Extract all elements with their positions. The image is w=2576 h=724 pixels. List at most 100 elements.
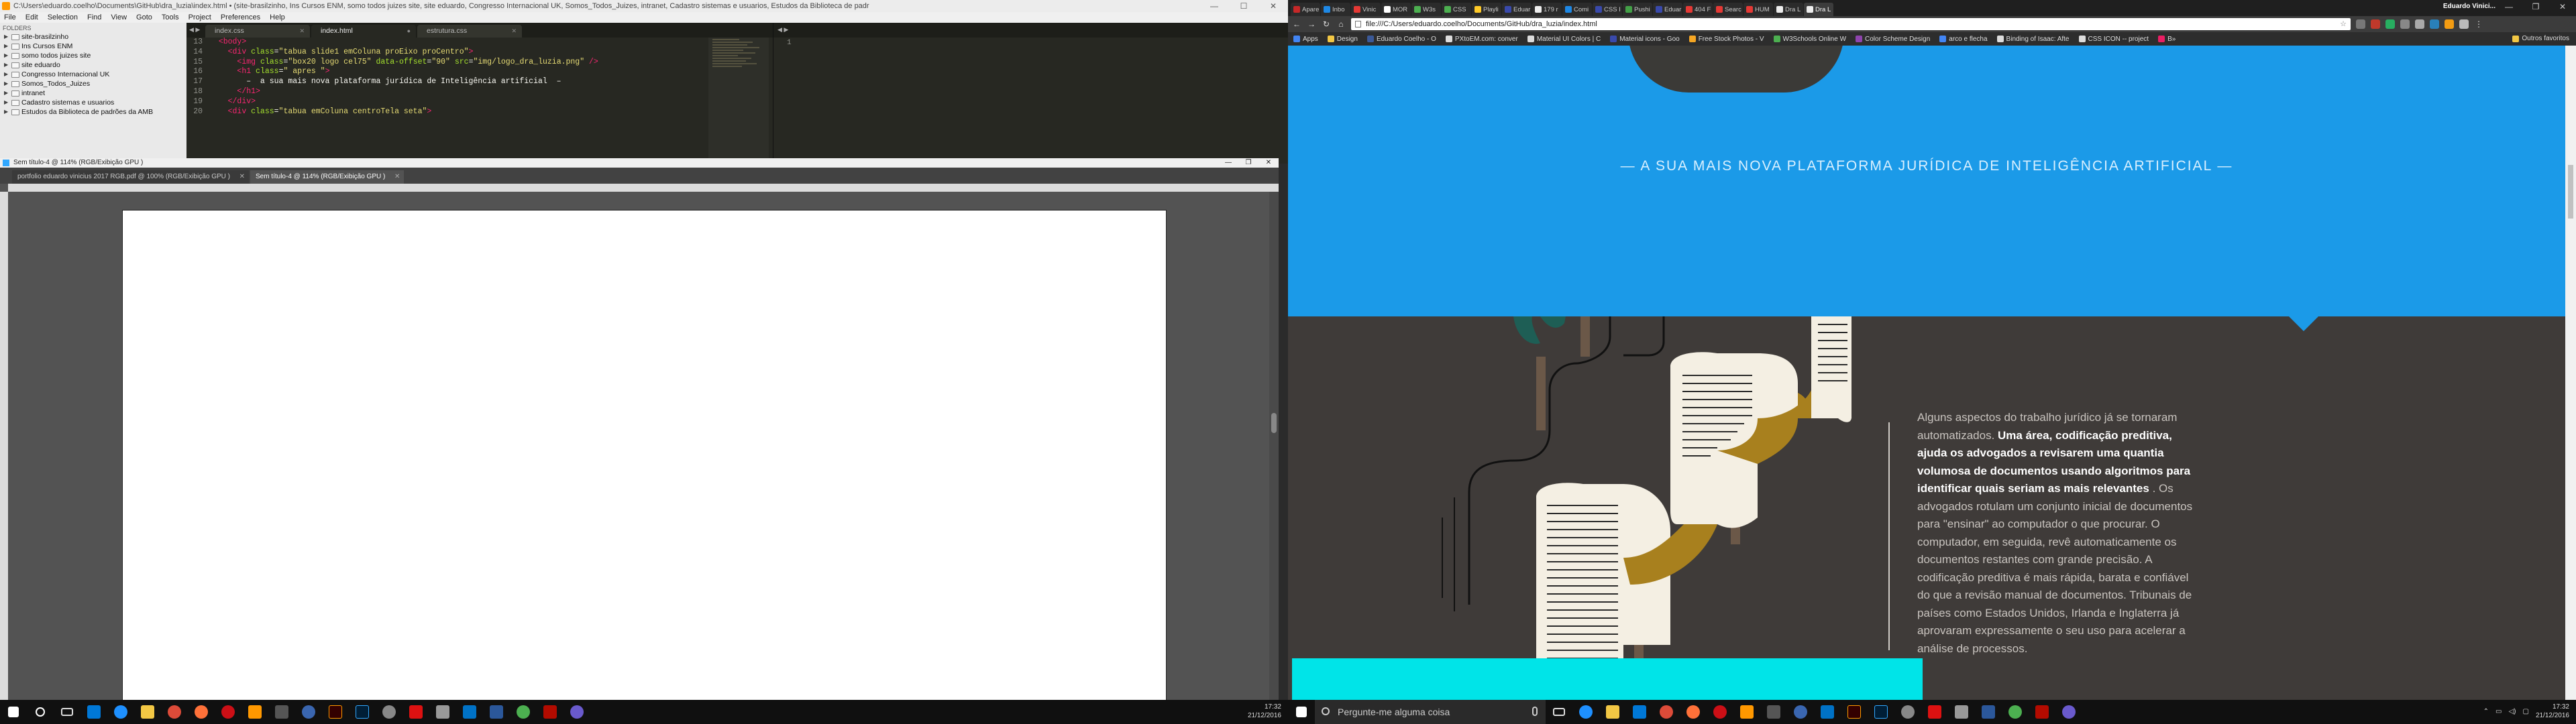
close-tab-icon[interactable]: ✕ <box>394 170 400 184</box>
taskbar-illustrator[interactable] <box>322 700 349 724</box>
browser-tab[interactable]: Eduar <box>1653 3 1682 16</box>
browser-tab[interactable]: Eduar <box>1502 3 1532 16</box>
close-icon[interactable]: ✕ <box>1258 0 1288 12</box>
taskbar-outlook[interactable] <box>456 700 483 724</box>
taskbar-edge[interactable] <box>107 700 134 724</box>
taskbar-photoshop[interactable] <box>1868 700 1894 724</box>
menu-view[interactable]: View <box>111 12 127 23</box>
code-editor[interactable]: 13 <body> 14 <div class="tabua slide1 em… <box>186 38 770 164</box>
tray-chevron-icon[interactable]: ⌃ <box>2483 708 2489 715</box>
cortana-button[interactable] <box>27 700 54 724</box>
blank-canvas[interactable] <box>123 210 1166 700</box>
close-tab-icon[interactable]: ✕ <box>239 170 245 184</box>
code-minimap[interactable] <box>708 38 769 164</box>
browser-tab[interactable]: Comi <box>1562 3 1592 16</box>
taskbar-explorer[interactable] <box>134 700 161 724</box>
taskbar-opera[interactable] <box>215 700 241 724</box>
taskbar-edge[interactable] <box>1572 700 1599 724</box>
pane-tab-arrows-icon[interactable]: ◀ ▶ <box>773 23 1288 38</box>
extension-icon[interactable] <box>2415 19 2424 29</box>
taskbar-app[interactable] <box>402 700 429 724</box>
left-clock[interactable]: 17:32 21/12/2016 <box>1248 703 1281 720</box>
browser-tab[interactable]: Searc <box>1713 3 1743 16</box>
folder-item[interactable]: ▶ site-brasilzinho <box>0 32 186 42</box>
bookmark-item[interactable]: Color Scheme Design <box>1856 36 1930 43</box>
taskbar-opera[interactable] <box>1707 700 1733 724</box>
taskbar-photoshop[interactable] <box>349 700 376 724</box>
network-tray-icon[interactable]: ▭ <box>2496 708 2502 715</box>
start-button[interactable] <box>1288 700 1315 724</box>
folder-item[interactable]: ▶ Estudos da Biblioteca de padrões da AMB <box>0 107 186 117</box>
browser-tab[interactable]: MOR <box>1381 3 1411 16</box>
notification-icon[interactable]: ▢ <box>2522 708 2528 715</box>
taskbar-settings[interactable] <box>1894 700 1921 724</box>
menu-preferences[interactable]: Preferences <box>221 12 260 23</box>
tab-index-html[interactable]: index.html ● <box>311 25 416 38</box>
volume-icon[interactable]: ◁) <box>2508 708 2516 715</box>
scroll-thumb[interactable] <box>2568 165 2573 219</box>
tab-estrutura-css[interactable]: estrutura.css ✕ <box>417 25 522 38</box>
bookmark-item[interactable]: Material icons - Goo <box>1610 36 1680 43</box>
menu-project[interactable]: Project <box>189 12 211 23</box>
bookmark-item[interactable]: Free Stock Photos - V <box>1688 36 1764 43</box>
folder-item[interactable]: ▶ Cadastro sistemas e usuarios <box>0 98 186 107</box>
close-tab-icon[interactable]: ✕ <box>299 25 305 38</box>
vertical-scrollbar[interactable] <box>1269 192 1279 700</box>
menu-goto[interactable]: Goto <box>136 12 152 23</box>
menu-edit[interactable]: Edit <box>25 12 38 23</box>
tab-index-css[interactable]: index.css ✕ <box>205 25 310 38</box>
browser-tab-active[interactable]: Dra L <box>1804 3 1833 16</box>
menu-find[interactable]: Find <box>87 12 101 23</box>
forward-arrow-icon[interactable]: → <box>1307 19 1316 29</box>
sublime-title-bar[interactable]: C:\Users\eduardo.coelho\Documents\GitHub… <box>0 0 1288 12</box>
bookmark-item[interactable]: Design <box>1327 36 1358 43</box>
browser-tab[interactable]: Vinic <box>1351 3 1381 16</box>
taskbar-app[interactable] <box>564 700 590 724</box>
browser-tab[interactable]: Inbo <box>1321 3 1350 16</box>
tab-scroll-arrows-icon[interactable]: ◀ ▶ <box>189 26 200 34</box>
taskbar-illustrator[interactable] <box>1841 700 1868 724</box>
extension-icon[interactable] <box>2356 19 2365 29</box>
reload-icon[interactable]: ↻ <box>1322 19 1331 29</box>
taskbar-app[interactable] <box>2055 700 2082 724</box>
minimize-icon[interactable]: — <box>1199 0 1229 12</box>
taskbar-app[interactable] <box>1921 700 1948 724</box>
extension-icon[interactable] <box>2459 19 2469 29</box>
browser-tab[interactable]: W3s <box>1411 3 1441 16</box>
browser-tab[interactable]: 179 r <box>1532 3 1562 16</box>
taskbar-firefox[interactable] <box>1680 700 1707 724</box>
bookmark-item[interactable]: PXtoEM.com: conver <box>1445 36 1518 43</box>
document-title-bar[interactable]: Sem título-4 @ 114% (RGB/Exibição GPU ) … <box>0 158 1279 168</box>
task-view-button[interactable] <box>1546 700 1572 724</box>
extension-icon[interactable] <box>2430 19 2439 29</box>
bookmark-item[interactable]: arco e flecha <box>1939 36 1988 43</box>
bookmark-item[interactable]: B» <box>2158 36 2176 43</box>
taskbar-word[interactable] <box>483 700 510 724</box>
folder-item[interactable]: ▶ somo todos juizes site <box>0 51 186 60</box>
menu-help[interactable]: Help <box>270 12 285 23</box>
taskbar-acrobat[interactable] <box>2029 700 2055 724</box>
browser-tab[interactable]: Playli <box>1472 3 1501 16</box>
minimize-icon[interactable]: — <box>1218 158 1238 168</box>
taskbar-sublime[interactable] <box>1733 700 1760 724</box>
taskbar-store[interactable] <box>1626 700 1653 724</box>
tab-sem-titulo-4[interactable]: Sem título-4 @ 114% (RGB/Exibição GPU ) ✕ <box>250 170 405 184</box>
unsaved-dot-icon[interactable]: ● <box>407 25 411 38</box>
browser-tab[interactable]: CSS <box>1442 3 1471 16</box>
extension-icon[interactable] <box>2385 19 2395 29</box>
second-editor-pane[interactable]: ◀ ▶ 1 <box>773 23 1288 164</box>
folder-item[interactable]: ▶ Somos_Todos_Juizes <box>0 79 186 88</box>
taskbar-chrome[interactable] <box>161 700 188 724</box>
taskbar-app[interactable] <box>1948 700 1975 724</box>
folder-item[interactable]: ▶ Ins Cursos ENM <box>0 42 186 51</box>
bookmark-item[interactable]: Material UI Colors | C <box>1527 36 1601 43</box>
taskbar-word[interactable] <box>1975 700 2002 724</box>
taskbar-app[interactable] <box>268 700 295 724</box>
page-scrollbar[interactable] <box>2565 46 2576 700</box>
menu-tools[interactable]: Tools <box>162 12 179 23</box>
close-icon[interactable]: ✕ <box>1258 158 1279 168</box>
browser-tab[interactable]: CSS I <box>1593 3 1622 16</box>
taskbar-chrome[interactable] <box>1653 700 1680 724</box>
bookmark-item[interactable]: Binding of Isaac: Afte <box>1996 36 2070 43</box>
close-icon[interactable]: ✕ <box>2549 0 2576 13</box>
